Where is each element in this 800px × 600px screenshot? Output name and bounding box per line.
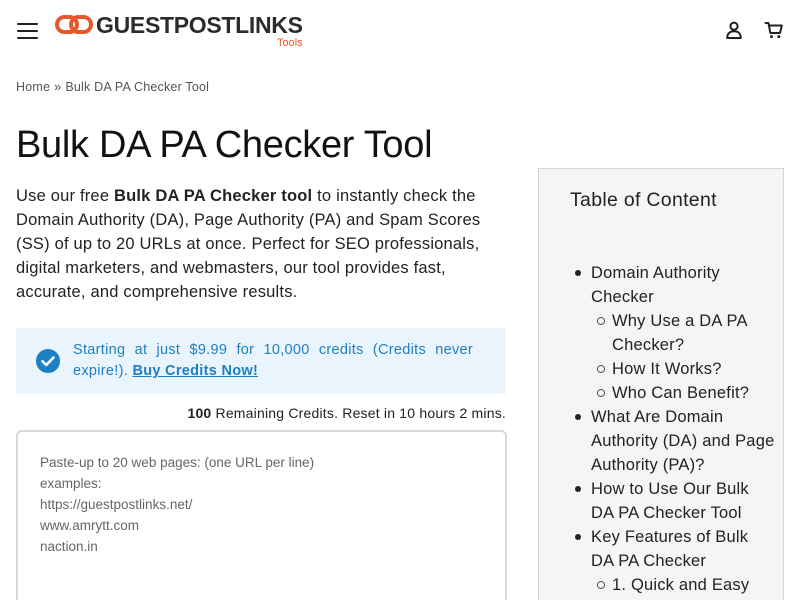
logo-text: GUESTPOSTLINKS bbox=[96, 12, 303, 38]
check-circle-icon bbox=[36, 349, 60, 373]
toc-item-why-use[interactable]: Why Use a DA PA Checker? bbox=[575, 309, 775, 357]
user-icon[interactable] bbox=[724, 20, 744, 40]
credits-notice: Starting at just $9.99 for 10,000 credit… bbox=[16, 328, 506, 394]
hamburger-menu-icon[interactable] bbox=[16, 21, 40, 41]
toc-item-what-are-da-pa[interactable]: What Are Domain Authority (DA) and Page … bbox=[575, 405, 775, 477]
credits-count: 100 bbox=[187, 405, 212, 421]
cart-icon[interactable] bbox=[764, 20, 784, 40]
toc-item-quick-and-easy[interactable]: 1. Quick and Easy bbox=[575, 573, 775, 597]
intro-bold-text: Bulk DA PA Checker tool bbox=[113, 187, 313, 205]
table-of-contents: Table of Content Domain Authority Checke… bbox=[538, 168, 784, 600]
intro-text-start: Use our free bbox=[16, 187, 114, 205]
toc-item-how-it-works[interactable]: How It Works? bbox=[575, 357, 775, 381]
toc-item-how-to-use[interactable]: How to Use Our Bulk DA PA Checker Tool bbox=[575, 477, 775, 525]
buy-credits-link[interactable]: Buy Credits Now! bbox=[132, 363, 258, 379]
breadcrumb-separator: » bbox=[54, 80, 62, 94]
logo-subtitle: Tools bbox=[277, 37, 303, 49]
notice-text: Starting at just $9.99 for 10,000 credit… bbox=[73, 340, 473, 382]
toc-title: Table of Content bbox=[570, 189, 717, 211]
breadcrumb-home-link[interactable]: Home bbox=[16, 80, 50, 94]
credits-text: Remaining Credits. Reset in 10 hours 2 m… bbox=[215, 405, 506, 421]
site-logo[interactable]: GUESTPOSTLINKS Tools bbox=[55, 12, 315, 52]
url-textarea[interactable]: Paste-up to 20 web pages: (one URL per l… bbox=[16, 430, 507, 600]
breadcrumb-current: Bulk DA PA Checker Tool bbox=[65, 80, 210, 94]
link-chain-icon bbox=[55, 15, 93, 34]
toc-list: Domain Authority Checker Why Use a DA PA… bbox=[575, 261, 775, 597]
intro-paragraph: Use our free Bulk DA PA Checker tool to … bbox=[16, 184, 492, 304]
site-header: GUESTPOSTLINKS Tools bbox=[0, 0, 800, 62]
page-title: Bulk DA PA Checker Tool bbox=[16, 124, 433, 166]
toc-item-key-features[interactable]: Key Features of Bulk DA PA Checker bbox=[575, 525, 775, 573]
remaining-credits: 100 Remaining Credits. Reset in 10 hours… bbox=[187, 405, 506, 421]
toc-item-domain-authority-checker[interactable]: Domain Authority Checker bbox=[575, 261, 775, 309]
url-textarea-placeholder: Paste-up to 20 web pages: (one URL per l… bbox=[40, 455, 315, 554]
toc-item-who-can-benefit[interactable]: Who Can Benefit? bbox=[575, 381, 775, 405]
breadcrumb: Home » Bulk DA PA Checker Tool bbox=[16, 80, 209, 94]
